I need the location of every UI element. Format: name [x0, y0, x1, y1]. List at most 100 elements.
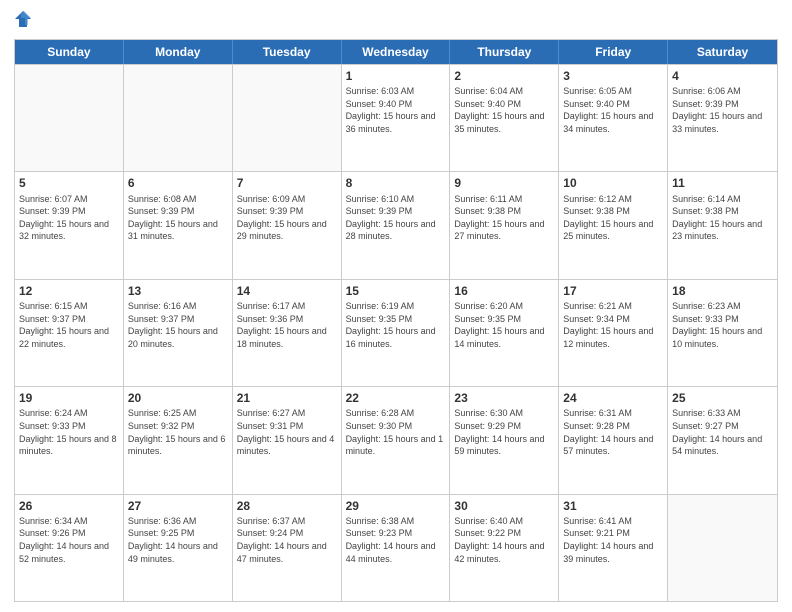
calendar-cell: 19Sunrise: 6:24 AM Sunset: 9:33 PM Dayli…	[15, 387, 124, 493]
calendar-header-sunday: Sunday	[15, 40, 124, 64]
day-info: Sunrise: 6:30 AM Sunset: 9:29 PM Dayligh…	[454, 407, 554, 457]
day-info: Sunrise: 6:17 AM Sunset: 9:36 PM Dayligh…	[237, 300, 337, 350]
calendar-cell: 22Sunrise: 6:28 AM Sunset: 9:30 PM Dayli…	[342, 387, 451, 493]
day-info: Sunrise: 6:33 AM Sunset: 9:27 PM Dayligh…	[672, 407, 773, 457]
calendar-cell: 2Sunrise: 6:04 AM Sunset: 9:40 PM Daylig…	[450, 65, 559, 171]
day-info: Sunrise: 6:28 AM Sunset: 9:30 PM Dayligh…	[346, 407, 446, 457]
day-info: Sunrise: 6:10 AM Sunset: 9:39 PM Dayligh…	[346, 193, 446, 243]
day-info: Sunrise: 6:11 AM Sunset: 9:38 PM Dayligh…	[454, 193, 554, 243]
day-number: 6	[128, 175, 228, 191]
calendar: SundayMondayTuesdayWednesdayThursdayFrid…	[14, 39, 778, 602]
day-info: Sunrise: 6:40 AM Sunset: 9:22 PM Dayligh…	[454, 515, 554, 565]
day-info: Sunrise: 6:34 AM Sunset: 9:26 PM Dayligh…	[19, 515, 119, 565]
calendar-header-monday: Monday	[124, 40, 233, 64]
day-number: 2	[454, 68, 554, 84]
calendar-cell	[124, 65, 233, 171]
day-number: 17	[563, 283, 663, 299]
day-number: 31	[563, 498, 663, 514]
day-info: Sunrise: 6:24 AM Sunset: 9:33 PM Dayligh…	[19, 407, 119, 457]
day-number: 3	[563, 68, 663, 84]
calendar-cell: 16Sunrise: 6:20 AM Sunset: 9:35 PM Dayli…	[450, 280, 559, 386]
day-number: 9	[454, 175, 554, 191]
day-number: 21	[237, 390, 337, 406]
day-info: Sunrise: 6:09 AM Sunset: 9:39 PM Dayligh…	[237, 193, 337, 243]
day-info: Sunrise: 6:37 AM Sunset: 9:24 PM Dayligh…	[237, 515, 337, 565]
day-number: 8	[346, 175, 446, 191]
header	[14, 10, 778, 33]
day-info: Sunrise: 6:38 AM Sunset: 9:23 PM Dayligh…	[346, 515, 446, 565]
day-info: Sunrise: 6:20 AM Sunset: 9:35 PM Dayligh…	[454, 300, 554, 350]
day-number: 18	[672, 283, 773, 299]
calendar-cell: 1Sunrise: 6:03 AM Sunset: 9:40 PM Daylig…	[342, 65, 451, 171]
day-number: 5	[19, 175, 119, 191]
calendar-cell: 5 Sunrise: 6:07 AM Sunset: 9:39 PM Daylig…	[15, 172, 124, 278]
calendar-cell: 24Sunrise: 6:31 AM Sunset: 9:28 PM Dayli…	[559, 387, 668, 493]
page: SundayMondayTuesdayWednesdayThursdayFrid…	[0, 0, 792, 612]
calendar-cell: 10Sunrise: 6:12 AM Sunset: 9:38 PM Dayli…	[559, 172, 668, 278]
calendar-cell: 20Sunrise: 6:25 AM Sunset: 9:32 PM Dayli…	[124, 387, 233, 493]
logo-icon	[14, 10, 32, 28]
day-number: 23	[454, 390, 554, 406]
day-number: 27	[128, 498, 228, 514]
calendar-header-tuesday: Tuesday	[233, 40, 342, 64]
day-number: 7	[237, 175, 337, 191]
day-info: Sunrise: 6:06 AM Sunset: 9:39 PM Dayligh…	[672, 85, 773, 135]
day-info: Sunrise: 6:05 AM Sunset: 9:40 PM Dayligh…	[563, 85, 663, 135]
day-number: 13	[128, 283, 228, 299]
calendar-cell	[233, 65, 342, 171]
calendar-cell: 23Sunrise: 6:30 AM Sunset: 9:29 PM Dayli…	[450, 387, 559, 493]
day-info: Sunrise: 6:41 AM Sunset: 9:21 PM Dayligh…	[563, 515, 663, 565]
day-number: 12	[19, 283, 119, 299]
day-info: Sunrise: 6:12 AM Sunset: 9:38 PM Dayligh…	[563, 193, 663, 243]
day-info: Sunrise: 6:21 AM Sunset: 9:34 PM Dayligh…	[563, 300, 663, 350]
day-info: Sunrise: 6:03 AM Sunset: 9:40 PM Dayligh…	[346, 85, 446, 135]
logo	[14, 10, 34, 33]
calendar-cell: 30Sunrise: 6:40 AM Sunset: 9:22 PM Dayli…	[450, 495, 559, 601]
calendar-week-2: 5 Sunrise: 6:07 AM Sunset: 9:39 PM Daylig…	[15, 171, 777, 278]
calendar-week-5: 26Sunrise: 6:34 AM Sunset: 9:26 PM Dayli…	[15, 494, 777, 601]
day-info: Sunrise: 6:36 AM Sunset: 9:25 PM Dayligh…	[128, 515, 228, 565]
calendar-header-thursday: Thursday	[450, 40, 559, 64]
calendar-cell: 13Sunrise: 6:16 AM Sunset: 9:37 PM Dayli…	[124, 280, 233, 386]
day-number: 1	[346, 68, 446, 84]
calendar-header-friday: Friday	[559, 40, 668, 64]
calendar-week-3: 12Sunrise: 6:15 AM Sunset: 9:37 PM Dayli…	[15, 279, 777, 386]
day-info: Sunrise: 6:16 AM Sunset: 9:37 PM Dayligh…	[128, 300, 228, 350]
calendar-cell: 31Sunrise: 6:41 AM Sunset: 9:21 PM Dayli…	[559, 495, 668, 601]
day-number: 15	[346, 283, 446, 299]
day-number: 25	[672, 390, 773, 406]
calendar-cell: 28Sunrise: 6:37 AM Sunset: 9:24 PM Dayli…	[233, 495, 342, 601]
day-number: 19	[19, 390, 119, 406]
day-info: Sunrise: 6:07 AM Sunset: 9:39 PM Dayligh…	[19, 193, 119, 243]
calendar-week-4: 19Sunrise: 6:24 AM Sunset: 9:33 PM Dayli…	[15, 386, 777, 493]
calendar-cell: 26Sunrise: 6:34 AM Sunset: 9:26 PM Dayli…	[15, 495, 124, 601]
calendar-cell: 21Sunrise: 6:27 AM Sunset: 9:31 PM Dayli…	[233, 387, 342, 493]
day-number: 4	[672, 68, 773, 84]
day-info: Sunrise: 6:08 AM Sunset: 9:39 PM Dayligh…	[128, 193, 228, 243]
day-info: Sunrise: 6:14 AM Sunset: 9:38 PM Dayligh…	[672, 193, 773, 243]
calendar-cell: 7 Sunrise: 6:09 AM Sunset: 9:39 PM Daylig…	[233, 172, 342, 278]
calendar-header-wednesday: Wednesday	[342, 40, 451, 64]
calendar-cell: 4Sunrise: 6:06 AM Sunset: 9:39 PM Daylig…	[668, 65, 777, 171]
day-number: 24	[563, 390, 663, 406]
day-number: 14	[237, 283, 337, 299]
calendar-cell: 25Sunrise: 6:33 AM Sunset: 9:27 PM Dayli…	[668, 387, 777, 493]
calendar-cell: 18Sunrise: 6:23 AM Sunset: 9:33 PM Dayli…	[668, 280, 777, 386]
calendar-cell: 12Sunrise: 6:15 AM Sunset: 9:37 PM Dayli…	[15, 280, 124, 386]
day-number: 26	[19, 498, 119, 514]
day-info: Sunrise: 6:15 AM Sunset: 9:37 PM Dayligh…	[19, 300, 119, 350]
day-info: Sunrise: 6:31 AM Sunset: 9:28 PM Dayligh…	[563, 407, 663, 457]
day-number: 28	[237, 498, 337, 514]
calendar-cell: 11Sunrise: 6:14 AM Sunset: 9:38 PM Dayli…	[668, 172, 777, 278]
calendar-body: 1Sunrise: 6:03 AM Sunset: 9:40 PM Daylig…	[15, 64, 777, 601]
calendar-cell: 15Sunrise: 6:19 AM Sunset: 9:35 PM Dayli…	[342, 280, 451, 386]
day-number: 30	[454, 498, 554, 514]
day-info: Sunrise: 6:25 AM Sunset: 9:32 PM Dayligh…	[128, 407, 228, 457]
calendar-week-1: 1Sunrise: 6:03 AM Sunset: 9:40 PM Daylig…	[15, 64, 777, 171]
day-info: Sunrise: 6:04 AM Sunset: 9:40 PM Dayligh…	[454, 85, 554, 135]
day-number: 22	[346, 390, 446, 406]
day-info: Sunrise: 6:27 AM Sunset: 9:31 PM Dayligh…	[237, 407, 337, 457]
day-number: 20	[128, 390, 228, 406]
calendar-cell	[668, 495, 777, 601]
calendar-cell: 6 Sunrise: 6:08 AM Sunset: 9:39 PM Daylig…	[124, 172, 233, 278]
